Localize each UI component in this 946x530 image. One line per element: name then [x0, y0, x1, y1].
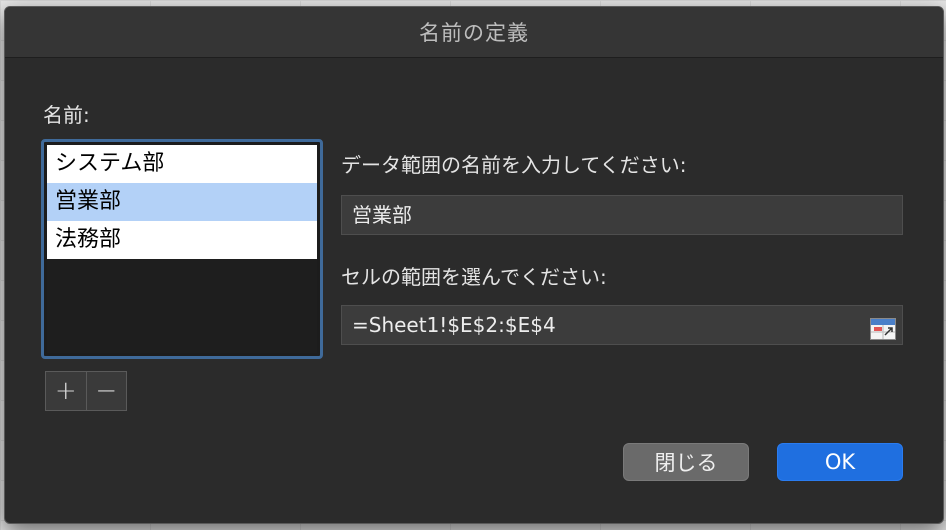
range-select-icon[interactable]	[870, 314, 896, 340]
range-name-field[interactable]: 営業部	[341, 195, 903, 235]
list-item[interactable]: システム部	[47, 145, 317, 183]
list-item[interactable]: 法務部	[47, 221, 317, 259]
define-name-dialog: 名前の定義 名前: システム部 営業部 法務部 + − データ範囲の名前を入力し…	[4, 6, 944, 524]
cell-range-field[interactable]: =Sheet1!$E$2:$E$4	[341, 305, 903, 345]
names-list-inner: システム部 営業部 法務部	[47, 145, 317, 353]
add-name-button[interactable]: +	[46, 372, 86, 410]
ok-button[interactable]: OK	[777, 443, 903, 481]
add-remove-group: + −	[45, 371, 127, 411]
list-item[interactable]: 営業部	[47, 183, 317, 221]
cell-range-prompt: セルの範囲を選んでください:	[341, 265, 607, 289]
names-list[interactable]: システム部 営業部 法務部	[41, 139, 323, 359]
range-name-prompt: データ範囲の名前を入力してください:	[341, 153, 687, 177]
range-name-value: 営業部	[352, 203, 412, 227]
dialog-titlebar: 名前の定義	[5, 7, 943, 58]
names-label: 名前:	[43, 103, 90, 127]
remove-name-button[interactable]: −	[85, 372, 127, 410]
close-button[interactable]: 閉じる	[623, 443, 749, 481]
cell-range-value: =Sheet1!$E$2:$E$4	[352, 313, 556, 337]
dialog-title: 名前の定義	[419, 21, 529, 45]
